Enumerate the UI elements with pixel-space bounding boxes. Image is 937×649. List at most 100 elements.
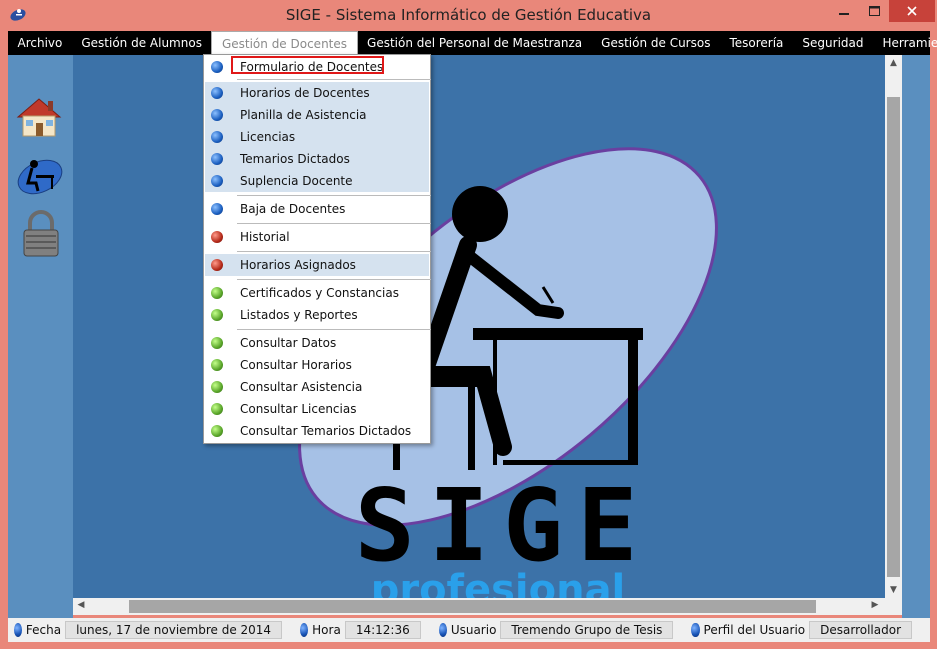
menu-item-licencias[interactable]: Licencias [205, 126, 429, 148]
menu-item-consultar-horarios[interactable]: Consultar Horarios [205, 354, 429, 376]
blue-bullet-icon [211, 61, 223, 73]
green-bullet-icon [211, 359, 223, 371]
menu-item-planilla-asistencia[interactable]: Planilla de Asistencia [205, 104, 429, 126]
green-bullet-icon [211, 309, 223, 321]
blue-bullet-icon [211, 131, 223, 143]
menu-item-label: Historial [240, 230, 290, 244]
perfil-value: Desarrollador [809, 621, 913, 639]
blue-bullet-icon [211, 203, 223, 215]
right-frame-strip [902, 55, 930, 618]
menu-separator [237, 251, 431, 252]
green-bullet-icon [211, 403, 223, 415]
blue-bullet-icon [211, 175, 223, 187]
menu-item-consultar-datos[interactable]: Consultar Datos [205, 332, 429, 354]
minimize-icon [839, 13, 849, 15]
menu-separator [237, 195, 431, 196]
menu-separator [237, 329, 431, 330]
menu-item-label: Horarios Asignados [240, 258, 356, 272]
home-icon[interactable] [14, 93, 64, 143]
menu-item-horarios-asignados[interactable]: Horarios Asignados [205, 254, 429, 276]
menu-item-baja-docentes[interactable]: Baja de Docentes [205, 198, 429, 220]
scroll-down-arrow-icon[interactable]: ▼ [885, 585, 902, 595]
usuario-status-icon [438, 623, 447, 637]
scroll-corner [885, 598, 902, 615]
menu-gestion-cursos[interactable]: Gestión de Cursos [592, 31, 720, 55]
menu-item-label: Consultar Licencias [240, 402, 357, 416]
logo-subtitle: profesional [371, 567, 626, 600]
hora-value: 14:12:36 [344, 621, 421, 639]
scroll-up-arrow-icon[interactable]: ▲ [885, 58, 902, 68]
close-icon [907, 6, 917, 16]
green-bullet-icon [211, 287, 223, 299]
scroll-left-arrow-icon[interactable]: ◀ [75, 600, 87, 610]
green-bullet-icon [211, 381, 223, 393]
docentes-dropdown-menu: Formulario de Docentes Horarios de Docen… [203, 54, 431, 444]
green-bullet-icon [211, 337, 223, 349]
window-title: SIGE - Sistema Informático de Gestión Ed… [285, 6, 652, 24]
menu-item-label: Consultar Datos [240, 336, 337, 350]
fecha-value: lunes, 17 de noviembre de 2014 [65, 621, 283, 639]
sige-logo-image: SIGE profesional [298, 147, 718, 600]
menu-item-label: Certificados y Constancias [240, 286, 399, 300]
blue-bullet-icon [211, 153, 223, 165]
shortcut-sidebar [8, 55, 73, 618]
scroll-right-arrow-icon[interactable]: ▶ [869, 600, 881, 610]
menu-item-label: Consultar Horarios [240, 358, 352, 372]
minimize-button[interactable] [829, 0, 859, 22]
menu-item-label: Horarios de Docentes [240, 86, 370, 100]
horizontal-scrollbar[interactable]: ◀ ▶ [73, 598, 885, 615]
menu-bar: Archivo Gestión de Alumnos Gestión de Do… [8, 31, 937, 55]
menu-item-consultar-temarios-dictados[interactable]: Consultar Temarios Dictados [205, 420, 429, 442]
menu-tesoreria[interactable]: Tesorería [720, 31, 793, 55]
maximize-button[interactable] [859, 0, 889, 22]
menu-archivo[interactable]: Archivo [8, 31, 72, 55]
menu-item-label: Listados y Reportes [240, 308, 358, 322]
menu-separator [237, 79, 431, 80]
vertical-scrollbar[interactable]: ▲ ▼ [885, 55, 902, 600]
menu-item-horarios-docentes[interactable]: Horarios de Docentes [205, 82, 429, 104]
menu-item-suplencia-docente[interactable]: Suplencia Docente [205, 170, 429, 192]
menu-item-label: Consultar Temarios Dictados [240, 424, 412, 438]
menu-item-consultar-asistencia[interactable]: Consultar Asistencia [205, 376, 429, 398]
menu-seguridad[interactable]: Seguridad [793, 31, 873, 55]
blue-bullet-icon [211, 87, 223, 99]
highlight-annotation-box [231, 56, 384, 74]
red-bullet-icon [211, 231, 223, 243]
menu-gestion-alumnos[interactable]: Gestión de Alumnos [72, 31, 212, 55]
hora-status-icon [300, 623, 309, 637]
menu-item-label: Temarios Dictados [240, 152, 350, 166]
mdi-canvas: SIGE profesional [73, 55, 886, 600]
menu-item-listados-reportes[interactable]: Listados y Reportes [205, 304, 429, 326]
menu-item-label: Consultar Asistencia [240, 380, 363, 394]
red-bullet-icon [211, 259, 223, 271]
menu-item-temarios-dictados[interactable]: Temarios Dictados [205, 148, 429, 170]
title-bar[interactable]: SIGE - Sistema Informático de Gestión Ed… [0, 0, 937, 31]
menu-herramientas[interactable]: Herramientas [873, 31, 937, 55]
blue-bullet-icon [211, 109, 223, 121]
menu-item-historial[interactable]: Historial [205, 226, 429, 248]
menu-item-label: Baja de Docentes [240, 202, 346, 216]
padlock-icon[interactable] [16, 209, 66, 259]
vertical-scroll-thumb[interactable] [887, 97, 900, 577]
menu-item-consultar-licencias[interactable]: Consultar Licencias [205, 398, 429, 420]
menu-separator [237, 223, 431, 224]
usuario-value: Tremendo Grupo de Tesis [500, 621, 674, 639]
menu-item-label: Planilla de Asistencia [240, 108, 367, 122]
menu-item-certificados-constancias[interactable]: Certificados y Constancias [205, 282, 429, 304]
teacher-desk-icon[interactable] [14, 153, 64, 203]
hora-label: Hora [312, 623, 341, 637]
menu-gestion-personal-maestranza[interactable]: Gestión del Personal de Maestranza [358, 31, 592, 55]
fecha-label: Fecha [25, 623, 62, 637]
perfil-status-icon [691, 623, 700, 637]
horizontal-scroll-thumb[interactable] [129, 600, 816, 613]
usuario-label: Usuario [450, 623, 497, 637]
menu-item-label: Licencias [240, 130, 296, 144]
fecha-status-icon [13, 623, 22, 637]
close-button[interactable] [889, 0, 935, 22]
maximize-icon [868, 6, 880, 16]
green-bullet-icon [211, 425, 223, 437]
status-bar: Fecha lunes, 17 de noviembre de 2014 Hor… [8, 618, 930, 642]
menu-item-label: Suplencia Docente [240, 174, 353, 188]
app-window: SIGE - Sistema Informático de Gestión Ed… [0, 0, 937, 649]
menu-gestion-docentes[interactable]: Gestión de Docentes [211, 31, 358, 55]
